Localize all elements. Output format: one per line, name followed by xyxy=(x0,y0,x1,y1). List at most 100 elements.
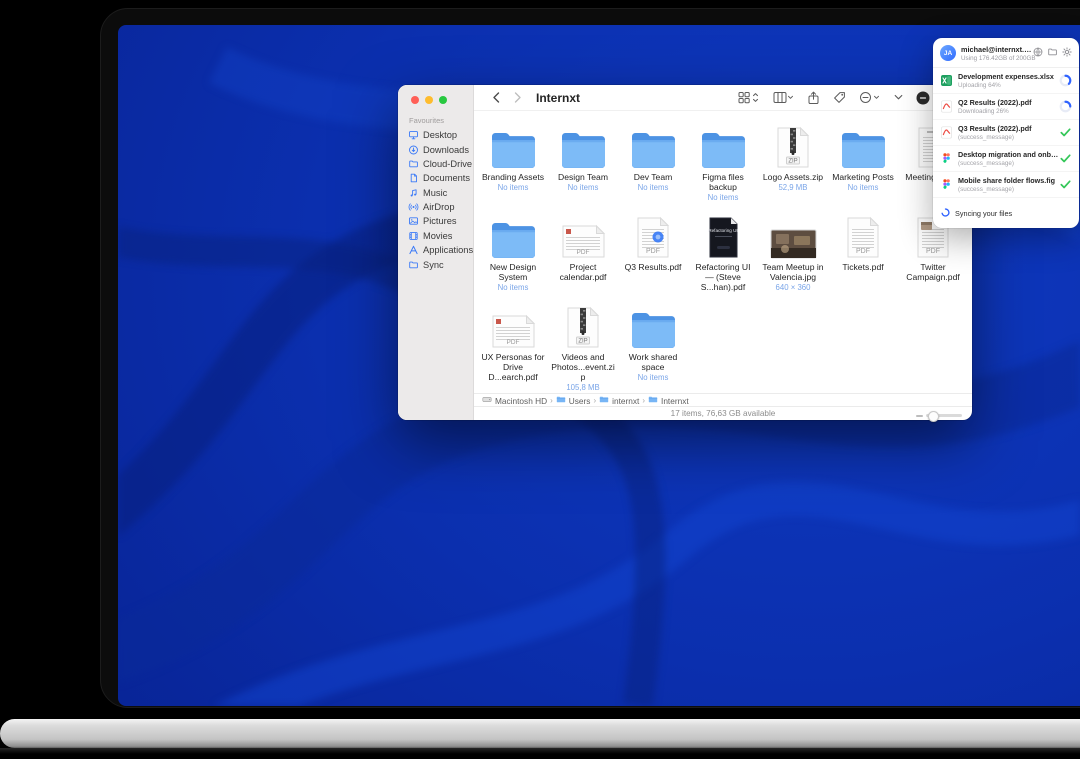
account-email: michael@internxt.com xyxy=(961,45,1033,54)
file-item-q3-results-pdf[interactable]: PDF Q3 Results.pdf xyxy=(618,209,688,295)
close-button[interactable] xyxy=(411,96,419,104)
sidebar-item-airdrop[interactable]: AirDrop xyxy=(398,200,473,214)
file-name: Videos and Photos...event.zip xyxy=(551,352,615,382)
figma-file-icon xyxy=(940,178,953,191)
sync-item-title: Desktop migration and onboardi... xyxy=(958,150,1059,159)
pdf-wide-icon: PDF xyxy=(491,299,536,349)
sidebar-item-cloud-drive[interactable]: Cloud-Drive xyxy=(398,157,473,171)
share-icon[interactable] xyxy=(807,91,820,105)
svg-text:PDF: PDF xyxy=(856,248,870,255)
sidebar-item-label: Sync xyxy=(423,260,444,270)
sync-item-title: Development expenses.xlsx xyxy=(958,72,1059,81)
file-item-branding-assets[interactable]: Branding Assets No items xyxy=(478,119,548,205)
file-item-figma-files-backup[interactable]: Figma files backup No items xyxy=(688,119,758,205)
breadcrumb-macintosh-hd[interactable]: Macintosh HD xyxy=(482,395,547,406)
breadcrumb-separator: › xyxy=(593,396,596,405)
sidebar-item-desktop[interactable]: Desktop xyxy=(398,128,473,142)
folder-gray-icon[interactable] xyxy=(1047,44,1058,62)
zip-icon: ZIP xyxy=(566,299,600,349)
breadcrumb-internxt[interactable]: internxt xyxy=(599,395,639,406)
sync-item-mobile-share-folder-flows-fig[interactable]: Mobile share folder flows.fig (success_m… xyxy=(933,172,1079,198)
file-grid: Branding Assets No items Design Team No … xyxy=(474,111,972,392)
file-item-marketing-posts[interactable]: Marketing Posts No items xyxy=(828,119,898,205)
sidebar-item-downloads[interactable]: Downloads xyxy=(398,142,473,156)
file-item-project-calendar-pdf[interactable]: PDF Project calendar.pdf xyxy=(548,209,618,295)
file-item-ux-personas-for-drive-d-earch-pdf[interactable]: PDF UX Personas for Drive D...earch.pdf xyxy=(478,299,548,392)
sidebar-item-music[interactable]: Music xyxy=(398,186,473,200)
file-subtitle: 52,9 MB xyxy=(778,183,807,192)
progress-spinner-icon xyxy=(1059,100,1072,113)
forward-button[interactable] xyxy=(510,90,526,106)
finder-sidebar: Favourites Desktop Downloads Cloud-Drive… xyxy=(398,85,474,420)
file-name: Logo Assets.zip xyxy=(763,172,823,182)
file-name: Figma files backup xyxy=(691,172,755,192)
finder-window: Favourites Desktop Downloads Cloud-Drive… xyxy=(398,85,972,420)
sidebar-item-applications[interactable]: Applications xyxy=(398,243,473,257)
sync-item-desktop-migration-and-onboardi[interactable]: Desktop migration and onboardi... (succe… xyxy=(933,146,1079,172)
window-controls xyxy=(398,85,473,104)
sync-item-subtitle: Downloading 26% xyxy=(958,108,1059,115)
sync-item-subtitle: Uploading 64% xyxy=(958,82,1059,89)
image-icon xyxy=(770,209,817,259)
sidebar-item-pictures[interactable]: Pictures xyxy=(398,214,473,228)
syncing-label: Syncing your files xyxy=(955,209,1012,218)
file-name: Refactoring UI — (Steve S...han).pdf xyxy=(691,262,755,292)
file-item-work-shared-space[interactable]: Work shared space No items xyxy=(618,299,688,392)
icon-size-slider[interactable] xyxy=(916,414,962,417)
folder-icon xyxy=(408,260,419,270)
file-item-logo-assets-zip[interactable]: ZIP Logo Assets.zip 52,9 MB xyxy=(758,119,828,205)
file-subtitle: No items xyxy=(638,183,669,192)
breadcrumb-separator: › xyxy=(642,396,645,405)
file-item-refactoring-ui-steve-s-han-pdf[interactable]: Refactoring UI Refactoring UI — (Steve S… xyxy=(688,209,758,295)
airdrop-icon xyxy=(408,202,419,212)
breadcrumb-internxt[interactable]: Internxt xyxy=(648,395,689,406)
file-name: Dev Team xyxy=(634,172,673,182)
svg-text:Refactoring UI: Refactoring UI xyxy=(708,228,737,233)
file-item-videos-and-photos-event-zip[interactable]: ZIP Videos and Photos...event.zip 105,8 … xyxy=(548,299,618,392)
group-view-chevron-icon[interactable] xyxy=(773,91,794,104)
file-name: Design Team xyxy=(558,172,608,182)
document-icon xyxy=(408,173,419,183)
folder-icon xyxy=(700,119,747,169)
tag-icon[interactable] xyxy=(833,91,846,104)
sync-item-subtitle: (success_message) xyxy=(958,134,1059,141)
window-title: Internxt xyxy=(536,91,580,105)
minimize-button[interactable] xyxy=(425,96,433,104)
movies-icon xyxy=(408,231,419,241)
sync-item-development-expenses-xlsx[interactable]: Development expenses.xlsx Uploading 64% xyxy=(933,68,1079,94)
internxt-menu-icon[interactable] xyxy=(916,91,930,105)
globe-icon[interactable] xyxy=(1033,44,1043,62)
folder-icon xyxy=(840,119,887,169)
file-subtitle: 640 × 360 xyxy=(776,283,811,292)
file-item-new-design-system[interactable]: New Design System No items xyxy=(478,209,548,295)
file-item-tickets-pdf[interactable]: PDF Tickets.pdf xyxy=(828,209,898,295)
sidebar-item-label: Applications xyxy=(423,245,473,255)
gear-icon[interactable] xyxy=(1062,44,1072,62)
back-button[interactable] xyxy=(488,90,504,106)
folder-mini-icon xyxy=(556,395,566,406)
sidebar-item-sync[interactable]: Sync xyxy=(398,257,473,271)
popup-footer: Syncing your files xyxy=(933,198,1079,228)
slider-track[interactable] xyxy=(926,414,962,417)
sidebar-item-movies[interactable]: Movies xyxy=(398,229,473,243)
file-name: Work shared space xyxy=(621,352,685,372)
breadcrumb-users[interactable]: Users xyxy=(556,395,591,406)
file-item-team-meetup-in-valencia-jpg[interactable]: Team Meetup in Valencia.jpg 640 × 360 xyxy=(758,209,828,295)
sync-item-q3-results-2022-pdf[interactable]: Q3 Results (2022).pdf (success_message) xyxy=(933,120,1079,146)
file-item-dev-team[interactable]: Dev Team No items xyxy=(618,119,688,205)
svg-text:ZIP: ZIP xyxy=(788,159,797,165)
check-icon xyxy=(1059,128,1072,137)
more-chevron-icon[interactable] xyxy=(859,91,881,104)
sync-item-q2-results-2022-pdf[interactable]: Q2 Results (2022).pdf Downloading 26% xyxy=(933,94,1079,120)
zoom-button[interactable] xyxy=(439,96,447,104)
chevron-down-icon[interactable] xyxy=(894,94,903,101)
sidebar-item-label: Desktop xyxy=(423,130,457,140)
file-name: Q3 Results.pdf xyxy=(625,262,682,272)
file-name: New Design System xyxy=(481,262,545,282)
file-subtitle: 105,8 MB xyxy=(566,383,599,392)
file-item-design-team[interactable]: Design Team No items xyxy=(548,119,618,205)
sidebar-item-documents[interactable]: Documents xyxy=(398,171,473,185)
sidebar-item-label: Cloud-Drive xyxy=(423,159,472,169)
view-grid-sort-icon[interactable] xyxy=(738,91,760,104)
file-subtitle: No items xyxy=(498,183,529,192)
